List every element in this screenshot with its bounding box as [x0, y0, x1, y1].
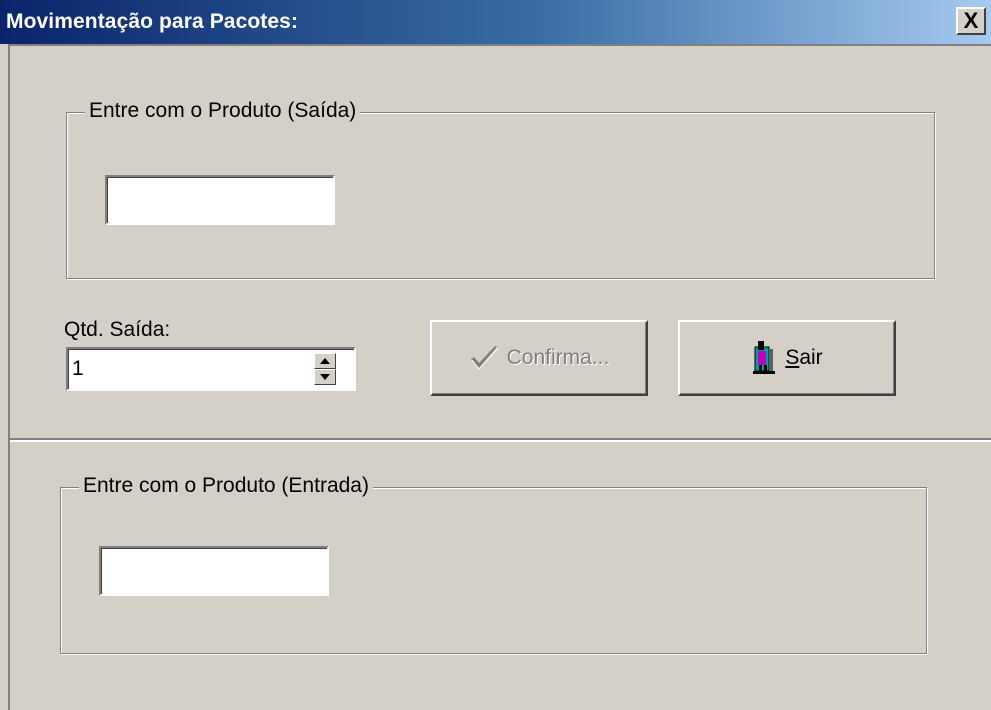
confirma-button[interactable]: Confirma...: [430, 320, 648, 396]
spin-up-button[interactable]: [314, 353, 336, 369]
saida-product-field-frame: [105, 175, 335, 225]
qtd-saida-spinner: [314, 353, 336, 385]
entrada-group-label: Entre com o Produto (Entrada): [79, 473, 373, 499]
sair-mnemonic: S: [785, 346, 800, 369]
arrow-down-icon: [320, 374, 330, 380]
entrada-product-field-frame: [99, 546, 329, 596]
window-title: Movimentação para Pacotes:: [6, 10, 299, 33]
qtd-saida-label: Qtd. Saída:: [64, 318, 171, 341]
dialog-client-area: Entre com o Produto (Saída) Qtd. Saída:: [8, 44, 991, 710]
close-icon: X: [963, 8, 979, 33]
qtd-saida-input[interactable]: [72, 351, 308, 387]
saida-product-input[interactable]: [111, 179, 329, 221]
title-bar[interactable]: Movimentação para Pacotes: X: [0, 0, 991, 44]
movimentacao-dialog: Movimentação para Pacotes: X Entre com o…: [0, 0, 991, 710]
arrow-up-icon: [320, 358, 330, 364]
check-icon: [470, 346, 499, 370]
confirma-label: Confirma...: [506, 346, 610, 369]
exit-door-icon: [753, 341, 776, 374]
saida-group: Entre com o Produto (Saída): [66, 98, 935, 279]
saida-group-label: Entre com o Produto (Saída): [85, 98, 361, 124]
sair-label: Sair: [785, 346, 822, 370]
entrada-group: Entre com o Produto (Entrada): [60, 473, 927, 654]
sair-button[interactable]: Sair: [678, 320, 896, 396]
section-divider: [10, 438, 991, 442]
entrada-product-input[interactable]: [105, 550, 323, 592]
spin-down-button[interactable]: [314, 369, 336, 385]
qtd-saida-spin: [66, 347, 356, 391]
sair-label-rest: air: [799, 346, 823, 369]
close-button[interactable]: X: [956, 7, 986, 35]
